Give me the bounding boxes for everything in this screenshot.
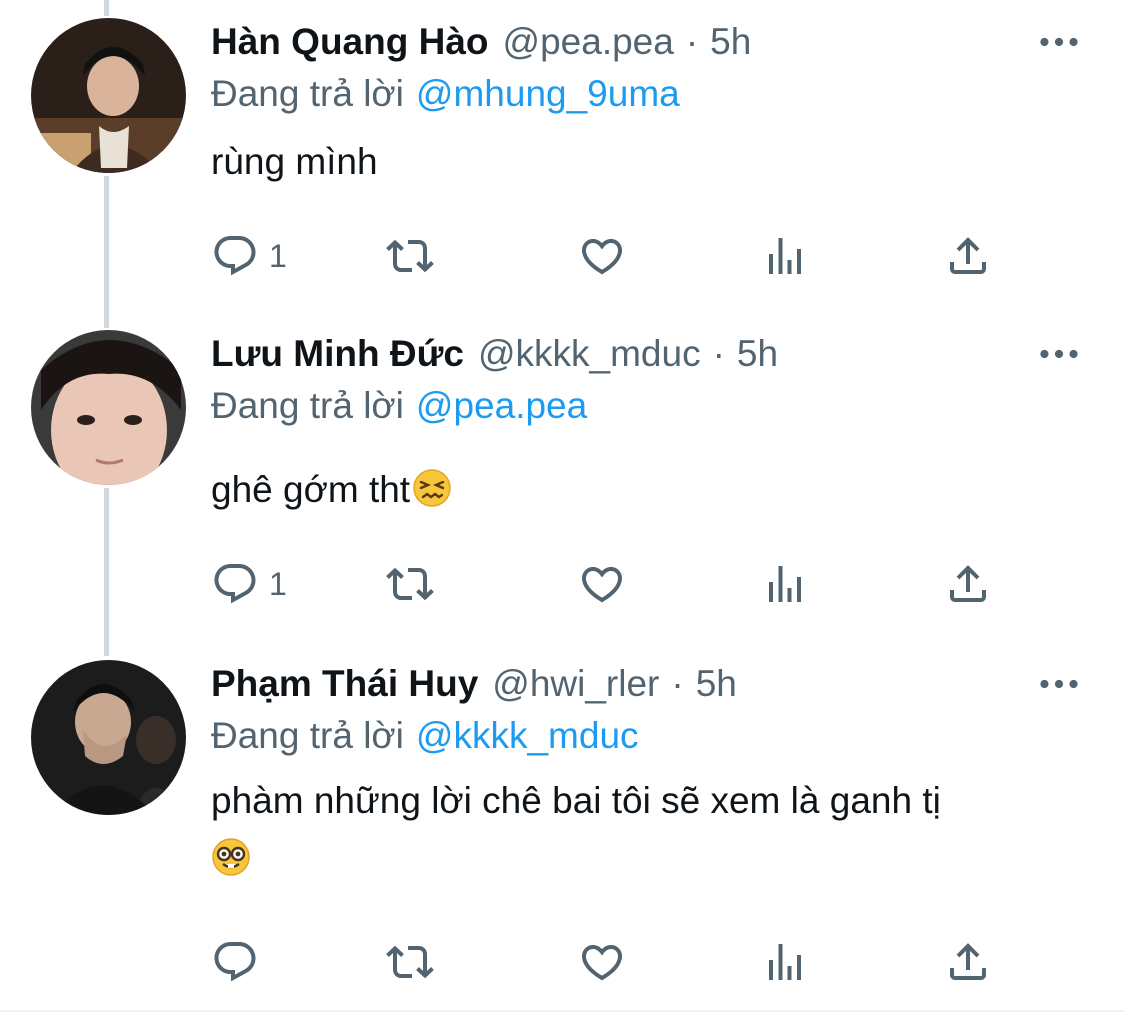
tweet-text: phàm những lời chê bai tôi sẽ xem là gan…: [211, 772, 1085, 888]
tweet-text-content: phàm những lời chê bai tôi sẽ xem là gan…: [211, 780, 941, 821]
like-icon: [581, 567, 623, 603]
avatar[interactable]: [31, 660, 186, 815]
display-name[interactable]: Hàn Quang Hào: [211, 21, 489, 63]
tweet-text-content: ghê gớm tht: [211, 469, 411, 510]
reply-icon: [214, 236, 256, 276]
retweet-icon: [386, 945, 434, 979]
user-handle[interactable]: @hwi_rler: [492, 663, 659, 705]
timestamp[interactable]: 5h: [710, 21, 751, 63]
reply-count: 1: [269, 565, 287, 602]
separator-dot: ·: [685, 21, 699, 62]
action-bar: 1: [211, 226, 1011, 286]
retweet-button[interactable]: [386, 932, 434, 992]
analytics-icon: [769, 566, 801, 602]
share-button[interactable]: [944, 554, 992, 614]
reply-icon: [214, 942, 256, 982]
mention-link[interactable]: @pea.pea: [416, 385, 587, 426]
share-button[interactable]: [944, 226, 992, 286]
analytics-button[interactable]: [761, 932, 809, 992]
replying-to: Đang trả lời @pea.pea: [211, 382, 1085, 430]
more-icon[interactable]: [1037, 666, 1081, 702]
like-icon: [581, 239, 623, 275]
reply-button[interactable]: [211, 932, 269, 992]
retweet-button[interactable]: [386, 226, 434, 286]
replying-to: Đang trả lời @mhung_9uma: [211, 70, 1085, 118]
reply-button[interactable]: 1: [211, 554, 287, 614]
nerd-face-emoji: [211, 836, 251, 876]
tweet[interactable]: Hàn Quang Hào @pea.pea · 5h Đang trả lời…: [0, 18, 1125, 318]
analytics-button[interactable]: [761, 554, 809, 614]
replying-to-label: Đang trả lời: [211, 385, 404, 426]
more-icon[interactable]: [1037, 336, 1081, 372]
retweet-icon: [386, 239, 434, 273]
analytics-button[interactable]: [761, 226, 809, 286]
divider: [0, 1010, 1125, 1012]
more-icon[interactable]: [1037, 24, 1081, 60]
mention-link[interactable]: @kkkk_mduc: [416, 715, 639, 756]
reply-icon: [214, 564, 256, 604]
thread-line: [104, 0, 109, 16]
like-button[interactable]: [578, 554, 626, 614]
reply-count: 1: [269, 237, 287, 274]
share-button[interactable]: [944, 932, 992, 992]
share-icon: [950, 943, 986, 980]
avatar[interactable]: [31, 330, 186, 485]
timestamp[interactable]: 5h: [696, 663, 737, 705]
action-bar: 1: [211, 554, 1011, 614]
display-name[interactable]: Phạm Thái Huy: [211, 663, 478, 705]
replying-to-label: Đang trả lời: [211, 715, 404, 756]
tweet[interactable]: Phạm Thái Huy @hwi_rler · 5h Đang trả lờ…: [0, 660, 1125, 1000]
user-handle[interactable]: @pea.pea: [503, 21, 674, 63]
timestamp[interactable]: 5h: [737, 333, 778, 375]
replying-to: Đang trả lời @kkkk_mduc: [211, 712, 1085, 760]
separator-dot: ·: [671, 663, 684, 704]
like-button[interactable]: [578, 226, 626, 286]
retweet-button[interactable]: [386, 554, 434, 614]
action-bar: [211, 932, 1011, 992]
display-name[interactable]: Lưu Minh Đức: [211, 333, 464, 375]
mention-link[interactable]: @mhung_9uma: [416, 73, 680, 114]
reply-button[interactable]: 1: [211, 226, 287, 286]
analytics-icon: [769, 944, 801, 980]
share-icon: [950, 565, 986, 602]
like-button[interactable]: [578, 932, 626, 992]
user-handle[interactable]: @kkkk_mduc: [478, 333, 701, 375]
confounded-face-emoji: [412, 468, 452, 508]
replying-to-label: Đang trả lời: [211, 73, 404, 114]
like-icon: [581, 945, 623, 981]
retweet-icon: [386, 567, 434, 601]
share-icon: [950, 237, 986, 274]
tweet-text: ghê gớm tht: [211, 464, 1085, 516]
analytics-icon: [769, 238, 801, 274]
tweet[interactable]: Lưu Minh Đức @kkkk_mduc · 5h Đang trả lờ…: [0, 330, 1125, 650]
avatar[interactable]: [31, 18, 186, 173]
separator-dot: ·: [712, 333, 725, 374]
tweet-text-content: rùng mình: [211, 141, 378, 182]
tweet-text: rùng mình: [211, 136, 1085, 188]
